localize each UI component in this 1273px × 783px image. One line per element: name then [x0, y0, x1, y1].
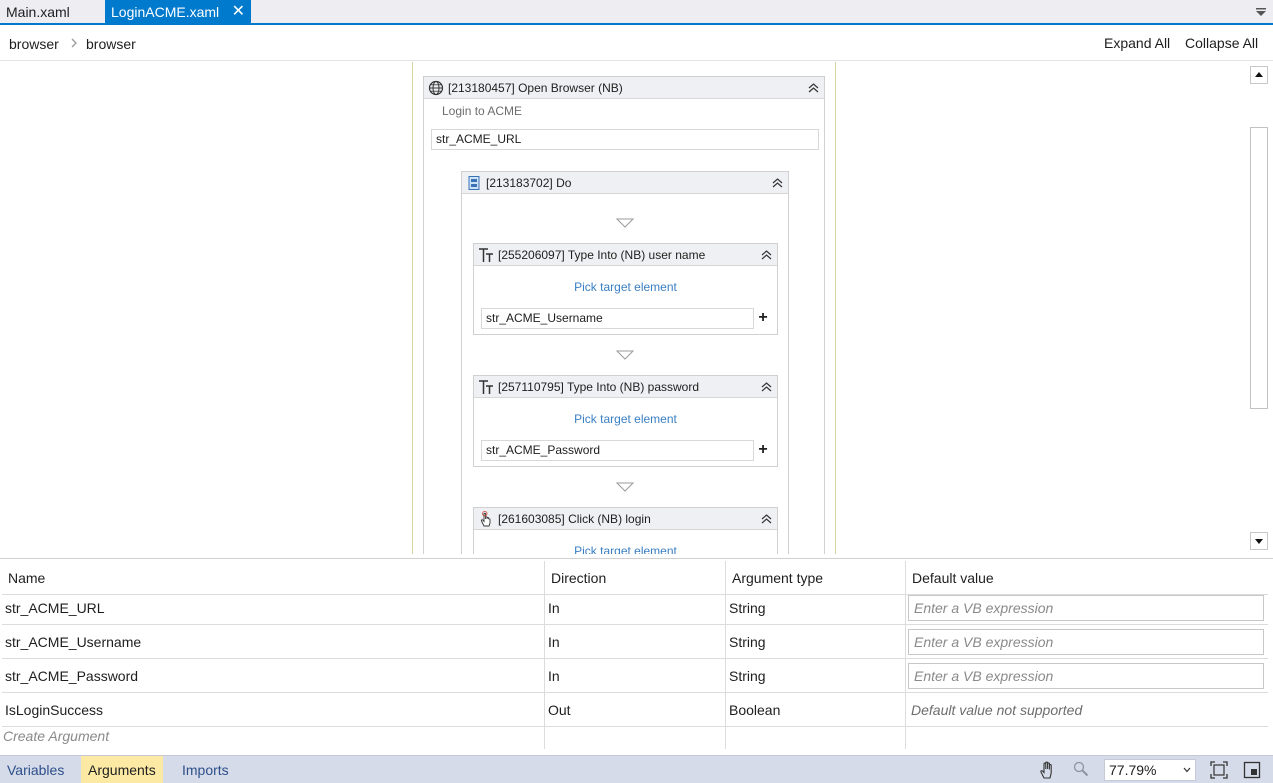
argument-direction[interactable]: In — [545, 625, 560, 658]
canvas-vertical-scrollbar[interactable] — [1248, 62, 1270, 554]
breadcrumb: browser browser Expand All Collapse All — [0, 27, 1273, 61]
type-into-icon — [479, 248, 493, 262]
click-login-activity[interactable]: [261603085] Click (NB) login Pick target… — [473, 507, 778, 554]
table-row[interactable]: str_ACME_URL In String Enter a VB expres… — [2, 591, 1268, 625]
breadcrumb-item[interactable]: browser — [86, 36, 136, 52]
type-into-password-activity[interactable]: [257110795] Type Into (NB) password Pick… — [473, 375, 778, 467]
activity-title: [261603085] Click (NB) login — [498, 512, 651, 526]
drop-target-arrow-icon[interactable] — [616, 350, 634, 360]
click-hand-icon — [480, 511, 491, 527]
arrow-down-icon — [1255, 539, 1263, 544]
drop-target-arrow-icon[interactable] — [616, 218, 634, 228]
argument-type[interactable]: String — [726, 591, 766, 624]
activity-display-name: Login to ACME — [442, 104, 523, 118]
scroll-up-button[interactable] — [1250, 66, 1268, 84]
activity-title: [213183702] Do — [486, 176, 572, 190]
text-input[interactable]: str_ACME_Password — [481, 440, 754, 461]
argument-type[interactable]: String — [726, 625, 766, 658]
variables-tab[interactable]: Variables — [0, 756, 71, 783]
activity-title: [257110795] Type Into (NB) password — [498, 380, 700, 394]
collapse-icon[interactable] — [761, 249, 772, 261]
argument-direction[interactable]: In — [545, 659, 560, 692]
arrow-up-icon — [1255, 72, 1263, 77]
globe-icon — [428, 80, 444, 96]
tab-label: LoginACME.xaml — [111, 4, 220, 20]
add-button[interactable]: + — [754, 308, 772, 328]
pick-target-element-link[interactable]: Pick target element — [474, 280, 777, 294]
argument-type[interactable]: Boolean — [726, 693, 780, 726]
tab-main-xaml[interactable]: Main.xaml — [0, 0, 100, 24]
argument-type[interactable]: String — [726, 659, 766, 692]
argument-name[interactable]: str_ACME_Username — [2, 625, 141, 658]
scroll-down-button[interactable] — [1250, 532, 1268, 550]
collapse-icon[interactable] — [761, 381, 772, 393]
argument-name[interactable]: IsLoginSuccess — [2, 693, 103, 726]
argument-direction[interactable]: In — [545, 591, 560, 624]
column-header-argument-type[interactable]: Argument type — [726, 561, 823, 594]
fit-to-screen-icon[interactable] — [1210, 761, 1228, 779]
column-header-default-value[interactable]: Default value — [906, 561, 994, 594]
tab-label: Main.xaml — [6, 4, 70, 20]
type-into-icon — [479, 380, 493, 394]
column-header-name[interactable]: Name — [2, 561, 45, 594]
table-row[interactable]: str_ACME_Password In String Enter a VB e… — [2, 659, 1268, 693]
argument-name[interactable]: str_ACME_URL — [2, 591, 105, 624]
pan-hand-icon[interactable] — [1038, 760, 1058, 780]
grid-header-row: Name Direction Argument type Default val… — [2, 561, 1268, 595]
chevron-right-icon — [71, 38, 77, 48]
expand-all-button[interactable]: Expand All — [1104, 35, 1170, 51]
overview-icon[interactable] — [1243, 761, 1261, 779]
collapse-icon[interactable] — [761, 513, 772, 525]
breadcrumb-item[interactable]: browser — [9, 36, 59, 52]
tab-list-dropdown-icon[interactable] — [1255, 5, 1267, 19]
default-value-input[interactable]: Enter a VB expression — [908, 663, 1264, 689]
create-argument-button[interactable]: Create Argument — [2, 725, 1268, 747]
designer-window: Main.xaml LoginACME.xaml ✕ browser brows… — [0, 0, 1273, 783]
sequence-icon — [468, 176, 480, 190]
arguments-tab[interactable]: Arguments — [81, 756, 163, 783]
activity-title: [255206097] Type Into (NB) user name — [498, 248, 706, 262]
table-row[interactable]: IsLoginSuccess Out Boolean Default value… — [2, 693, 1268, 727]
url-input[interactable]: str_ACME_URL — [431, 129, 819, 150]
scroll-thumb[interactable] — [1250, 127, 1268, 409]
chevron-down-icon — [1183, 767, 1191, 773]
designer-status-bar: Variables Arguments Imports 77.79% — [0, 755, 1273, 783]
table-row[interactable]: str_ACME_Username In String Enter a VB e… — [2, 625, 1268, 659]
close-tab-icon[interactable]: ✕ — [232, 0, 245, 24]
zoom-value: 77.79% — [1109, 762, 1157, 778]
activity-header[interactable]: [255206097] Type Into (NB) user name — [474, 244, 777, 266]
pick-target-element-link[interactable]: Pick target element — [474, 412, 777, 426]
argument-name[interactable]: str_ACME_Password — [2, 659, 138, 692]
text-input[interactable]: str_ACME_Username — [481, 308, 754, 329]
tab-loginacme-xaml[interactable]: LoginACME.xaml ✕ — [105, 0, 251, 24]
imports-tab[interactable]: Imports — [175, 756, 236, 783]
default-value-input[interactable]: Enter a VB expression — [908, 595, 1264, 621]
collapse-icon[interactable] — [808, 82, 819, 94]
drop-target-arrow-icon[interactable] — [616, 482, 634, 492]
collapse-all-button[interactable]: Collapse All — [1185, 35, 1258, 51]
activity-header[interactable]: [213183702] Do — [462, 172, 788, 194]
workflow-canvas[interactable]: [213180457] Open Browser (NB) Login to A… — [0, 62, 1248, 554]
zoom-search-icon[interactable] — [1072, 760, 1090, 778]
open-browser-activity[interactable]: [213180457] Open Browser (NB) Login to A… — [423, 76, 825, 554]
activity-header[interactable]: [213180457] Open Browser (NB) — [424, 77, 824, 99]
do-sequence[interactable]: [213183702] Do [255206097] Type Into (NB… — [461, 171, 789, 554]
type-into-username-activity[interactable]: [255206097] Type Into (NB) user name Pic… — [473, 243, 778, 335]
collapse-icon[interactable] — [772, 177, 783, 189]
add-button[interactable]: + — [754, 440, 772, 460]
zoom-dropdown[interactable]: 77.79% — [1104, 759, 1196, 781]
pick-target-element-link[interactable]: Pick target element — [474, 544, 777, 554]
activity-header[interactable]: [261603085] Click (NB) login — [474, 508, 777, 530]
column-header-direction[interactable]: Direction — [545, 561, 606, 594]
document-tab-strip: Main.xaml LoginACME.xaml ✕ — [0, 0, 1273, 25]
default-value-input[interactable]: Enter a VB expression — [908, 629, 1264, 655]
activity-title: [213180457] Open Browser (NB) — [448, 81, 623, 95]
activity-header[interactable]: [257110795] Type Into (NB) password — [474, 376, 777, 398]
default-value-unsupported: Default value not supported — [911, 702, 1083, 718]
arguments-panel: Name Direction Argument type Default val… — [0, 558, 1273, 754]
argument-direction[interactable]: Out — [545, 693, 571, 726]
